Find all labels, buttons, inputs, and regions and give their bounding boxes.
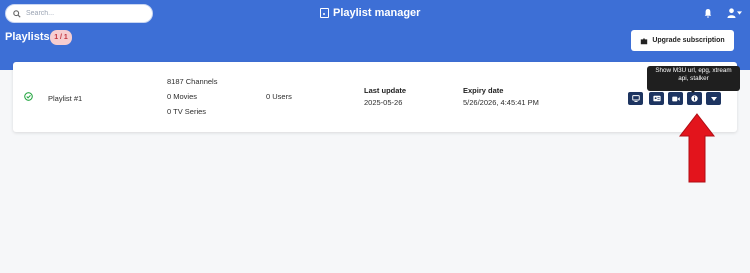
id-card-icon [652,95,661,102]
page-title: Playlists [5,31,50,43]
tv-icon [631,95,640,102]
search-box[interactable] [5,4,153,23]
info-button[interactable] [687,92,702,105]
red-arrow-annotation-icon [678,113,716,183]
info-tooltip: Show M3U url, epg, xtream api, stalker [647,66,740,91]
upgrade-subscription-button[interactable]: Upgrade subscription [631,30,734,51]
series-count: 0 TV Series [167,107,207,116]
channels-count: 8187 Channels [167,77,218,86]
puzzle-icon [641,37,648,44]
info-icon [691,95,698,102]
upgrade-label: Upgrade subscription [652,37,725,44]
user-menu[interactable] [727,8,743,18]
search-icon [13,9,21,18]
playlist-name[interactable]: Playlist #1 [48,94,82,103]
check-circle-icon [24,92,33,101]
search-input[interactable] [26,10,146,17]
playlist-count-badge: 1 / 1 [50,30,72,45]
id-card-button[interactable] [649,92,664,105]
users-count: 0 Users [266,92,292,101]
playlist-icon [320,8,329,18]
movies-count: 0 Movies [167,92,198,101]
last-update-label: Last update [364,86,407,95]
bell-icon[interactable] [704,8,712,18]
tv-button[interactable] [628,92,643,105]
top-navbar: Playlist manager [0,0,750,28]
last-update-value: 2025-05-26 [364,98,403,107]
more-actions-dropdown[interactable] [706,92,721,105]
caret-down-icon [737,11,742,15]
video-button[interactable] [668,92,683,105]
app-title-text: Playlist manager [333,7,421,19]
expiry-date-value: 5/26/2026, 4:45:41 PM [463,98,539,107]
chevron-down-icon [710,96,717,101]
tooltip-pointer [690,90,696,93]
video-camera-icon [671,96,680,101]
expiry-date-label: Expiry date [463,86,504,95]
user-icon [727,8,736,18]
app-title: Playlist manager [320,7,420,19]
